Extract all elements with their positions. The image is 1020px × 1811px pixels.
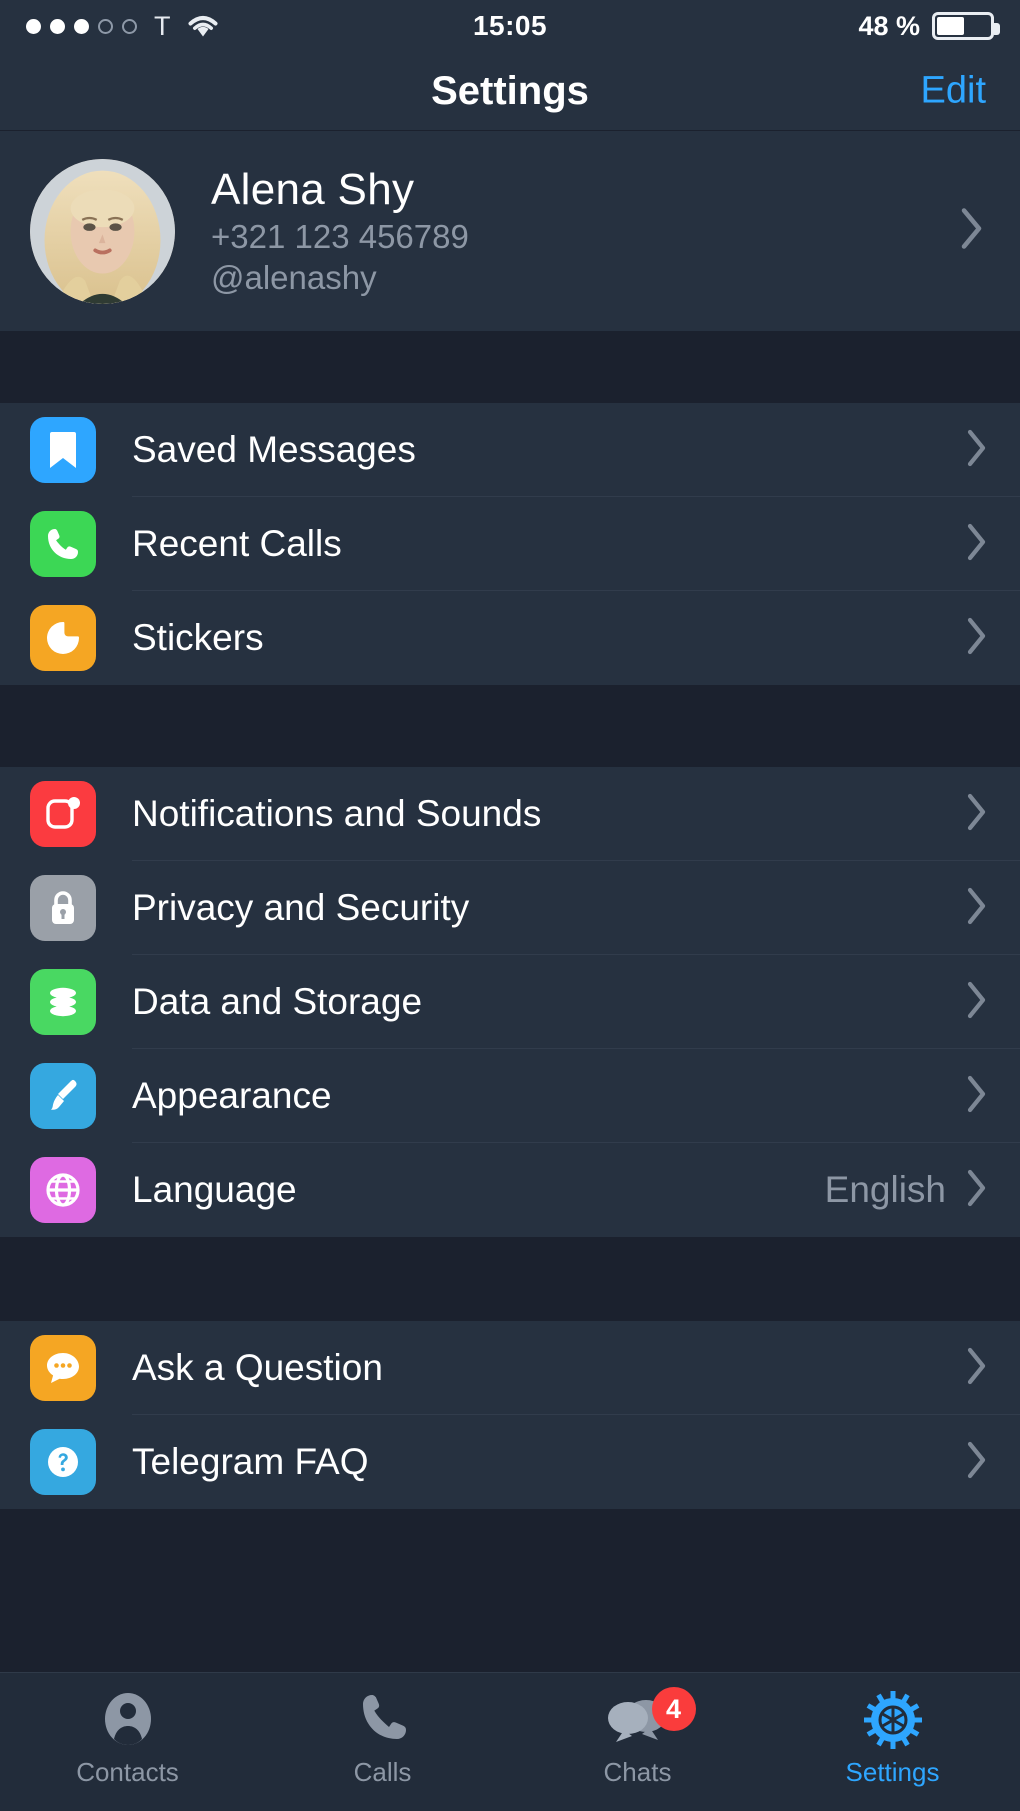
tab-contacts[interactable]: Contacts (0, 1689, 255, 1788)
settings-screen: T 15:05 48 % Settings Edit Alena Shy +32… (0, 0, 1020, 1811)
settings-row-saved-messages[interactable]: Saved Messages (0, 403, 1020, 497)
chevron-right-icon (966, 886, 988, 931)
paintbrush-icon (30, 1063, 96, 1129)
settings-row-label: Telegram FAQ (132, 1441, 369, 1482)
chat-question-icon (30, 1335, 96, 1401)
signal-dot-2 (50, 18, 65, 34)
battery-icon (932, 12, 1000, 40)
settings-row-label: Appearance (132, 1075, 332, 1116)
database-icon (30, 969, 96, 1035)
unread-badge: 4 (651, 1687, 696, 1731)
settings-gear-icon (863, 1689, 922, 1751)
section-gap (0, 1237, 1020, 1321)
settings-row-label: Language (132, 1169, 297, 1210)
status-bar-right: 48 % (547, 10, 1000, 42)
chevron-right-icon (966, 522, 988, 567)
chevron-right-icon (966, 1168, 988, 1213)
carrier-label: T (154, 10, 171, 41)
chevron-right-icon (960, 207, 984, 256)
edit-button[interactable]: Edit (921, 70, 986, 113)
chats-icon: 4 (606, 1687, 696, 1751)
settings-row-label: Stickers (132, 617, 264, 658)
help-circle-icon (30, 1429, 96, 1495)
calls-icon (358, 1689, 408, 1751)
signal-dot-4 (98, 18, 113, 34)
tab-label: Contacts (76, 1757, 179, 1787)
wifi-icon (186, 13, 220, 39)
page-title: Settings (431, 68, 589, 113)
sticker-icon (30, 605, 96, 671)
section-gap (0, 331, 1020, 403)
settings-row-telegram-faq[interactable]: Telegram FAQ (0, 1415, 1020, 1509)
avatar[interactable] (30, 158, 175, 304)
settings-row-label: Notifications and Sounds (132, 793, 542, 834)
signal-dot-3 (74, 18, 89, 34)
chevron-right-icon (966, 980, 988, 1025)
settings-row-stickers[interactable]: Stickers (0, 591, 1020, 685)
settings-row-data-and-storage[interactable]: Data and Storage (0, 955, 1020, 1049)
status-bar-left: T (26, 11, 473, 42)
settings-group: Ask a Question Telegram FAQ (0, 1321, 1020, 1509)
globe-icon (30, 1157, 96, 1223)
tab-label: Calls (353, 1757, 412, 1787)
settings-row-recent-calls[interactable]: Recent Calls (0, 497, 1020, 591)
settings-row-label: Recent Calls (132, 523, 342, 564)
settings-row-ask-a-question[interactable]: Ask a Question (0, 1321, 1020, 1415)
section-gap (0, 685, 1020, 767)
notification-icon (30, 781, 96, 847)
settings-row-label: Ask a Question (132, 1347, 383, 1388)
battery-percent-label: 48 % (858, 10, 920, 41)
status-bar-clock: 15:05 (472, 10, 548, 41)
settings-row-label: Data and Storage (132, 981, 423, 1022)
profile-phone: +321 123 456789 (211, 218, 469, 255)
navigation-bar: Settings Edit (0, 52, 1020, 130)
settings-sections: Saved Messages Recent Calls Stickers Notifi… (0, 331, 1020, 1509)
chevron-right-icon (966, 428, 988, 473)
contacts-icon (101, 1689, 155, 1751)
settings-row-label: Saved Messages (132, 429, 416, 470)
tab-label: Chats (603, 1757, 672, 1787)
tab-settings[interactable]: Settings (765, 1689, 1020, 1788)
lock-icon (30, 875, 96, 941)
tab-calls[interactable]: Calls (255, 1689, 510, 1788)
signal-dot-5 (122, 18, 137, 34)
phone-icon (30, 511, 96, 577)
signal-dot-1 (26, 18, 41, 34)
profile-info: Alena Shy +321 123 456789 @alenashy (211, 165, 469, 297)
chevron-right-icon (966, 616, 988, 661)
settings-row-appearance[interactable]: Appearance (0, 1049, 1020, 1143)
settings-row-notifications-and-sounds[interactable]: Notifications and Sounds (0, 767, 1020, 861)
settings-row-privacy-and-security[interactable]: Privacy and Security (0, 861, 1020, 955)
settings-row-value: English (824, 1169, 946, 1210)
bookmark-icon (30, 417, 96, 483)
profile-row[interactable]: Alena Shy +321 123 456789 @alenashy (0, 131, 1020, 331)
chevron-right-icon (966, 1346, 988, 1391)
chevron-right-icon (966, 1440, 988, 1485)
settings-group: Notifications and Sounds Privacy and Secu… (0, 767, 1020, 1237)
settings-row-label: Privacy and Security (132, 887, 470, 928)
settings-row-language[interactable]: Language English (0, 1143, 1020, 1237)
status-bar: T 15:05 48 % (0, 0, 1020, 52)
chevron-right-icon (966, 792, 988, 837)
settings-group: Saved Messages Recent Calls Stickers (0, 403, 1020, 685)
profile-username: @alenashy (211, 259, 377, 296)
profile-name: Alena Shy (211, 165, 415, 214)
tab-chats[interactable]: 4 Chats (510, 1687, 765, 1788)
tab-label: Settings (845, 1757, 940, 1787)
chevron-right-icon (966, 1074, 988, 1119)
tab-bar: Contacts Calls 4 Chats Settings (0, 1672, 1020, 1811)
